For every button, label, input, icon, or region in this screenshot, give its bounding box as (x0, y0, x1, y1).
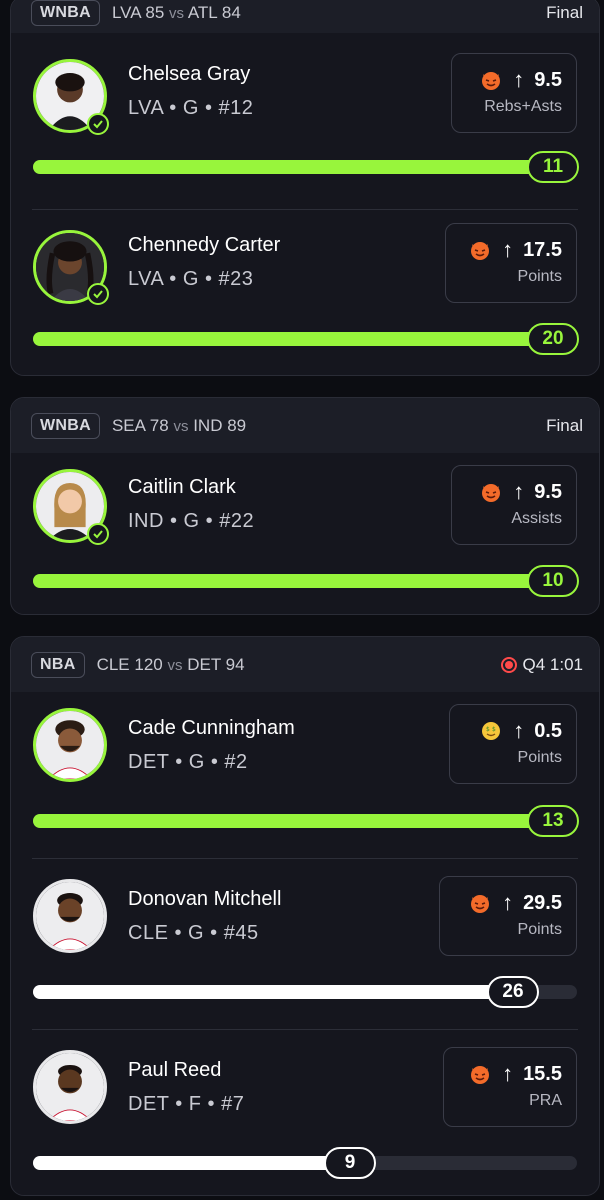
check-icon (87, 113, 109, 135)
stat-label: Points (517, 921, 562, 938)
line-value: 9.5 (534, 68, 562, 91)
actual-value: 11 (527, 151, 579, 183)
game-card[interactable]: WNBA LVA 85 vs ATL 84 Final Chelsea Gray… (10, 0, 600, 376)
check-icon (87, 283, 109, 305)
game-status: Q4 1:01 (500, 655, 583, 675)
player-meta: IND • G • #22 (128, 510, 255, 532)
player-name: Donovan Mitchell (128, 888, 282, 910)
league-badge: NBA (31, 651, 85, 678)
line-value: 17.5 (523, 238, 562, 261)
line-value: 15.5 (523, 1062, 562, 1085)
stat-label: Points (517, 749, 562, 766)
player-row[interactable]: Paul Reed DET • F • #7 ↑ 15.5 PRA 9 (11, 1029, 599, 1195)
actual-value: 9 (324, 1147, 376, 1179)
actual-value: 13 (527, 805, 579, 837)
player-avatar (33, 879, 107, 953)
progress-fill (33, 1156, 349, 1170)
arrow-up-icon: ↑ (513, 67, 525, 92)
pick-box[interactable]: ↑ 9.5 Rebs+Asts (451, 53, 577, 133)
game-header: WNBA LVA 85 vs ATL 84 Final (11, 0, 599, 33)
pick-box[interactable]: $ $ ↑ 0.5 Points (449, 704, 577, 784)
stat-label: Assists (511, 510, 562, 527)
game-header: WNBA SEA 78 vs IND 89 Final (11, 398, 599, 453)
live-indicator-icon (500, 656, 517, 673)
svg-text:$: $ (486, 726, 490, 733)
arrow-up-icon: ↑ (502, 237, 514, 262)
player-meta: CLE • G • #45 (128, 922, 259, 944)
progress-track: 13 (33, 805, 579, 837)
stat-label: Rebs+Asts (484, 98, 562, 115)
actual-value: 20 (527, 323, 579, 355)
arrow-up-icon: ↑ (502, 890, 514, 915)
progress-fill (33, 574, 577, 588)
game-status: Final (546, 3, 583, 22)
player-avatar (33, 1050, 107, 1124)
pick-box[interactable]: ↑ 17.5 Points (445, 223, 577, 303)
progress-track: 20 (33, 323, 579, 355)
player-name: Caitlin Clark (128, 476, 236, 498)
devil-emoji-icon (482, 72, 501, 90)
player-avatar (33, 708, 107, 782)
player-name: Chennedy Carter (128, 234, 281, 256)
svg-text:$: $ (492, 726, 496, 733)
player-name: Cade Cunningham (128, 717, 295, 739)
progress-fill (33, 814, 577, 828)
progress-fill (33, 332, 577, 346)
player-meta: DET • G • #2 (128, 751, 248, 773)
line-value: 0.5 (534, 719, 562, 742)
pick-box[interactable]: ↑ 29.5 Points (439, 876, 577, 956)
player-meta: LVA • G • #23 (128, 268, 254, 290)
devil-emoji-icon (471, 242, 490, 260)
game-card[interactable]: WNBA SEA 78 vs IND 89 Final Caitlin Clar… (10, 397, 600, 615)
player-name: Paul Reed (128, 1059, 222, 1081)
player-row[interactable]: Chelsea Gray LVA • G • #12 ↑ 9.5 Rebs+As… (11, 37, 599, 207)
arrow-up-icon: ↑ (513, 718, 525, 743)
actual-value: 10 (527, 565, 579, 597)
line-value: 9.5 (534, 480, 562, 503)
player-row[interactable]: Caitlin Clark IND • G • #22 ↑ 9.5 Assist… (11, 453, 599, 613)
stat-label: PRA (529, 1092, 562, 1109)
progress-track: 11 (33, 151, 579, 183)
devil-emoji-icon (482, 484, 501, 502)
actual-value: 26 (487, 976, 539, 1008)
game-score: LVA 85 vs ATL 84 (111, 3, 241, 22)
league-badge: WNBA (31, 412, 100, 439)
arrow-up-icon: ↑ (502, 1061, 514, 1086)
check-icon (87, 523, 109, 545)
game-status: Final (546, 415, 583, 435)
progress-fill (33, 985, 512, 999)
devil-emoji-icon (471, 1066, 490, 1084)
progress-fill (33, 160, 577, 174)
progress-track: 10 (33, 565, 579, 597)
player-meta: DET • F • #7 (128, 1093, 245, 1115)
pick-box[interactable]: ↑ 15.5 PRA (443, 1047, 577, 1127)
devil-emoji-icon (471, 895, 490, 913)
player-row[interactable]: Chennedy Carter LVA • G • #23 ↑ 17.5 Poi… (11, 209, 599, 375)
player-meta: LVA • G • #12 (128, 97, 254, 119)
stat-label: Points (517, 268, 562, 285)
player-row[interactable]: Donovan Mitchell CLE • G • #45 ↑ 29.5 Po… (11, 858, 599, 1028)
game-score: SEA 78 vs IND 89 (111, 415, 247, 435)
player-row[interactable]: Cade Cunningham DET • G • #2 $ $ ↑ 0.5 Po… (11, 692, 599, 857)
line-value: 29.5 (523, 891, 562, 914)
money-face-emoji-icon: $ $ (482, 722, 501, 740)
game-header: NBA CLE 120 vs DET 94 Q4 1:01 (11, 637, 599, 692)
player-name: Chelsea Gray (128, 63, 251, 85)
league-badge: WNBA (31, 0, 100, 26)
game-card[interactable]: NBA CLE 120 vs DET 94 Q4 1:01 Cade Cunni… (10, 636, 600, 1196)
progress-track: 9 (33, 1147, 577, 1179)
pick-box[interactable]: ↑ 9.5 Assists (451, 465, 577, 545)
game-score: CLE 120 vs DET 94 (96, 654, 245, 674)
arrow-up-icon: ↑ (513, 479, 525, 504)
progress-track: 26 (33, 976, 577, 1008)
